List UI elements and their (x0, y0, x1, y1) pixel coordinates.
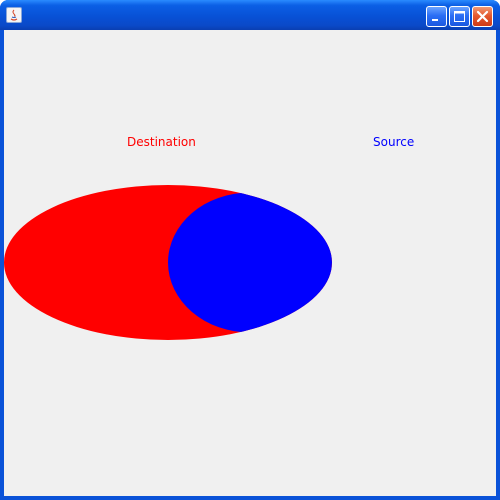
maximize-icon (454, 11, 465, 22)
destination-label: Destination (127, 135, 196, 149)
maximize-button[interactable] (449, 6, 470, 27)
source-ellipse (168, 192, 332, 333)
close-button[interactable] (472, 6, 493, 27)
source-label: Source (373, 135, 415, 149)
java-app-icon[interactable] (6, 7, 22, 23)
minimize-icon (432, 19, 438, 21)
close-icon (476, 10, 489, 23)
composite-canvas (4, 185, 332, 340)
application-window: Destination Source (0, 0, 500, 500)
title-bar[interactable] (0, 0, 500, 30)
minimize-button[interactable] (426, 6, 447, 27)
drawing-panel: Destination Source (4, 30, 496, 496)
